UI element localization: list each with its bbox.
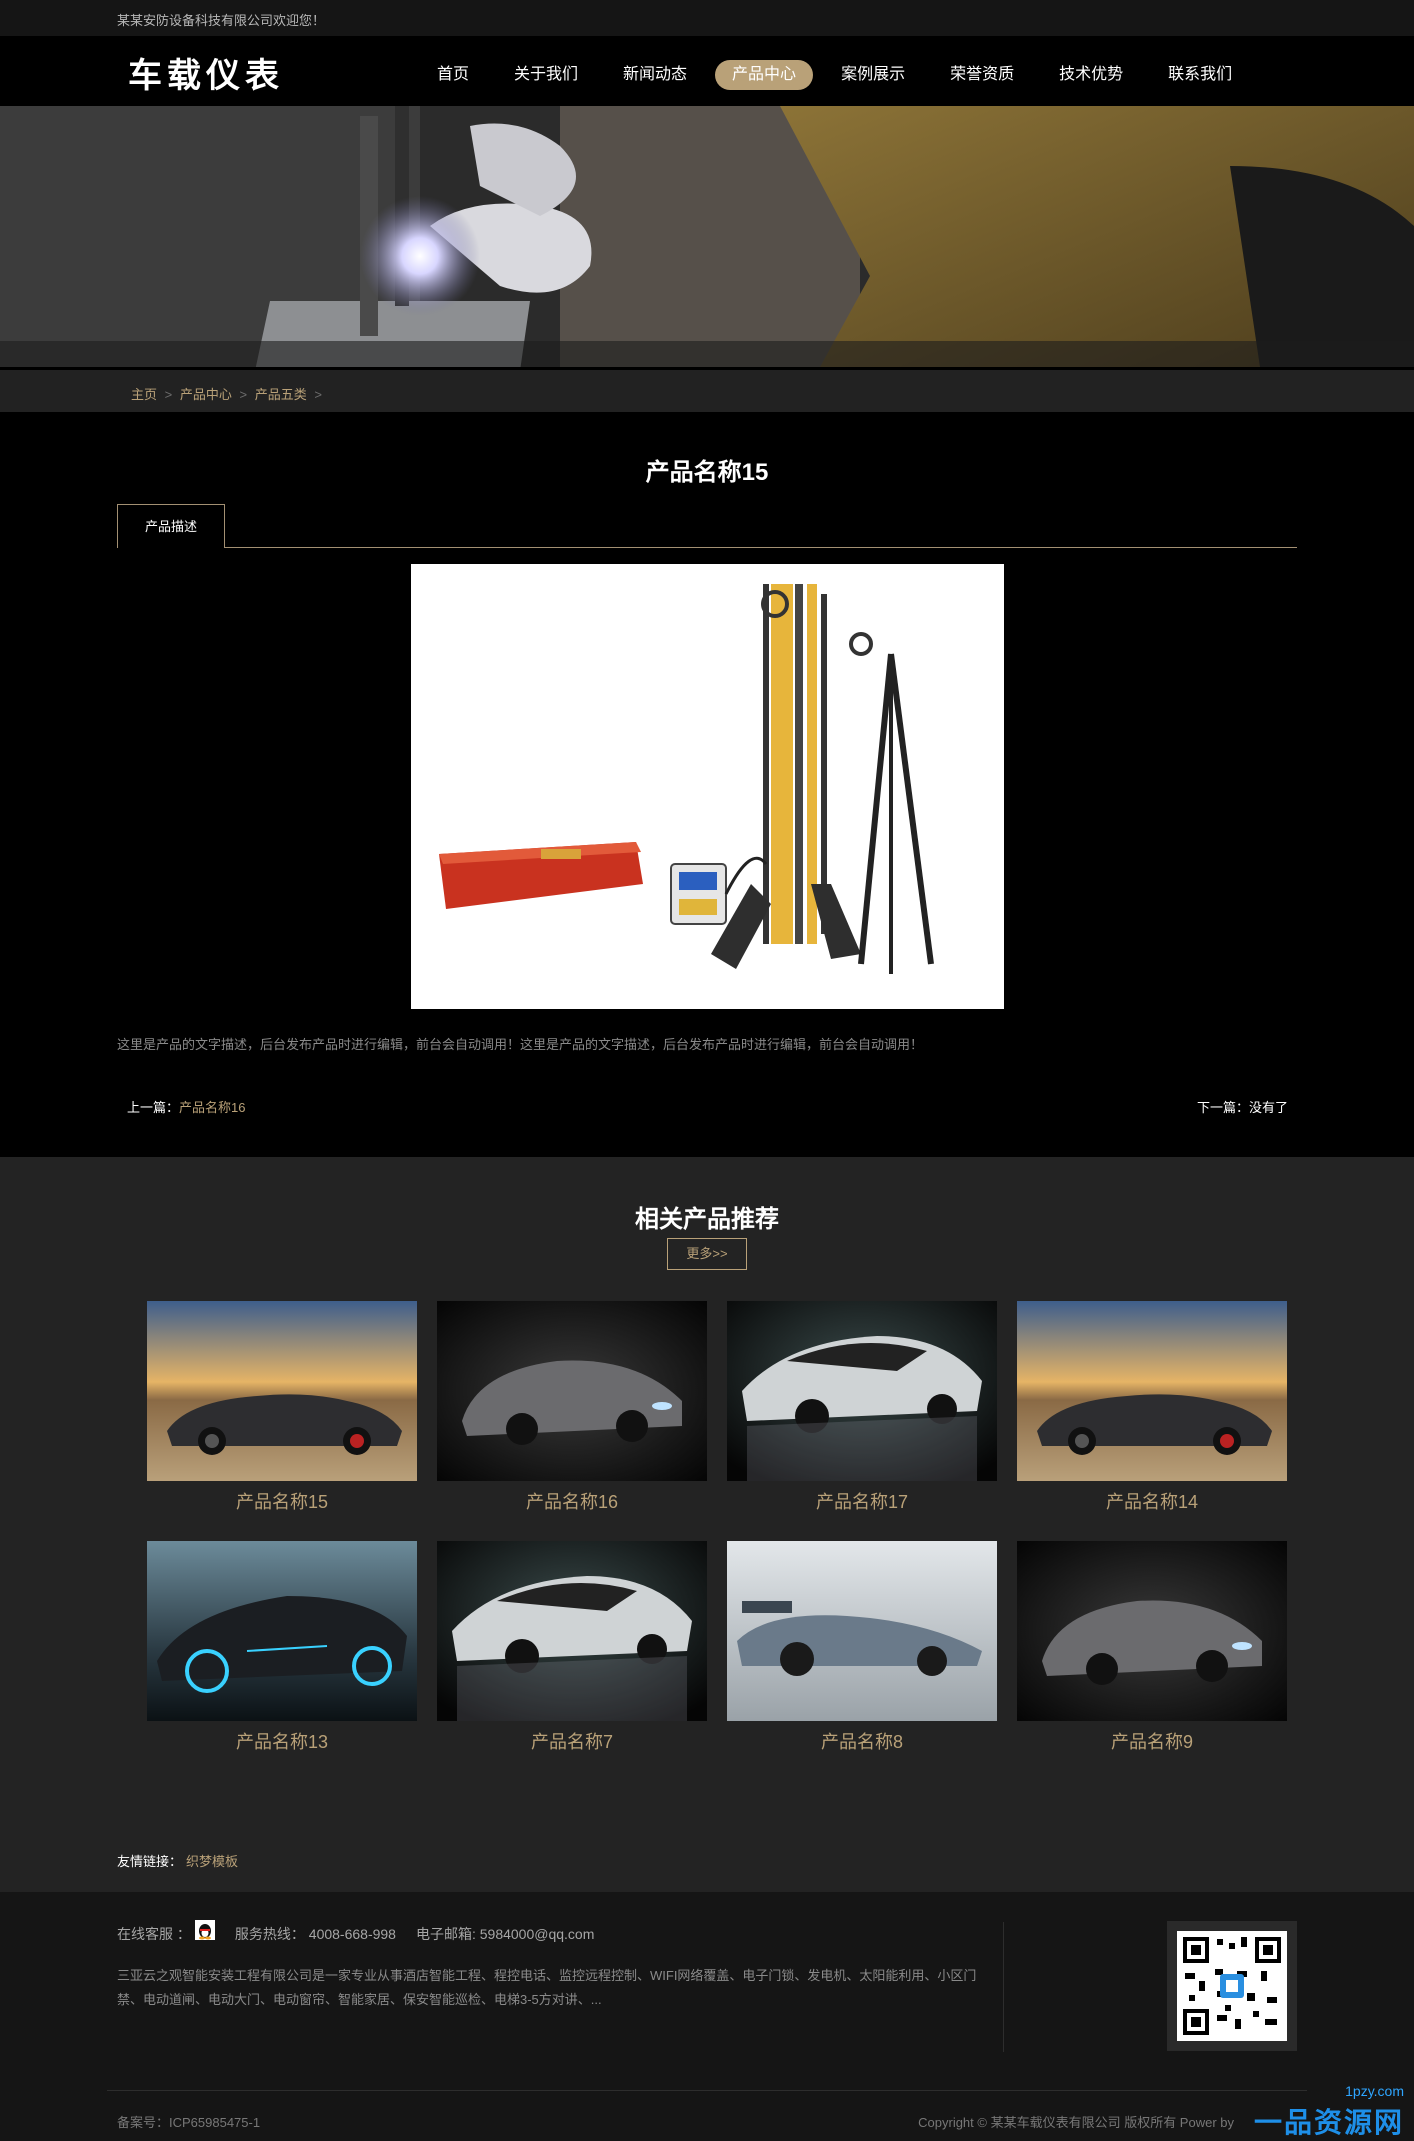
product-card[interactable]: 产品名称8 [727,1541,997,1761]
product-name[interactable]: 产品名称15 [147,1481,417,1521]
qr-code-box [1167,1921,1297,2051]
product-description: 这里是产品的文字描述，后台发布产品时进行编辑，前台会自动调用！这里是产品的文字描… [117,1037,924,1052]
friend-links-label: 友情链接： [117,1854,183,1869]
product-thumbnail[interactable] [1017,1301,1287,1481]
breadcrumb: 主页 > 产品中心 > 产品五类 > [131,384,326,403]
product-card[interactable]: 产品名称9 [1017,1541,1287,1761]
related-title: 相关产品推荐 [635,1206,779,1233]
breadcrumb-separator: > [164,387,173,402]
watermark-text: 一品资源网 [1253,2107,1404,2138]
product-thumbnail[interactable] [437,1541,707,1721]
nav-honors[interactable]: 荣誉资质 [933,60,1031,90]
friend-link[interactable]: 织梦模板 [186,1854,238,1869]
prev-product: 上一篇：产品名称16 [127,1097,245,1116]
copyright: Copyright © 某某车载仪表有限公司 版权所有 Power by [918,2115,1234,2130]
breadcrumb-separator: > [239,387,248,402]
product-name[interactable]: 产品名称14 [1017,1481,1287,1521]
product-name[interactable]: 产品名称13 [147,1721,417,1761]
breadcrumb-products[interactable]: 产品中心 [180,387,232,402]
tab-divider [117,547,1297,548]
main-nav: 首页 关于我们 新闻动态 产品中心 案例展示 荣誉资质 技术优势 联系我们 [420,60,1260,90]
next-label: 下一篇： [1196,1100,1249,1115]
product-title: 产品名称15 [645,459,769,486]
breadcrumb-category[interactable]: 产品五类 [255,387,307,402]
online-service-label: 在线客服 ： [117,1926,191,1942]
product-name[interactable]: 产品名称17 [727,1481,997,1521]
product-thumbnail[interactable] [147,1541,417,1721]
product-thumbnail[interactable] [147,1301,417,1481]
site-header: 车载仪表 首页 关于我们 新闻动态 产品中心 案例展示 荣誉资质 技术优势 联系… [0,36,1414,106]
nav-about[interactable]: 关于我们 [497,60,595,90]
email: 电子邮箱: 5984000@qq.com [415,1926,595,1942]
related-products-grid: 产品名称15 产品名称16 产品名称17 产品名称14 产品名称13 产品名称7… [147,1301,1287,1761]
footer-divider [1003,1922,1004,2052]
nav-news[interactable]: 新闻动态 [606,60,704,90]
product-name[interactable]: 产品名称9 [1017,1721,1287,1761]
hotline: 服务热线： 4008-668-998 [234,1926,396,1942]
watermark: 1pzy.com 一品资源网 [1200,2083,1414,2141]
product-card[interactable]: 产品名称15 [147,1301,417,1521]
tab-description[interactable]: 产品描述 [117,504,225,548]
hero-banner-image [0,106,1414,367]
nav-contact[interactable]: 联系我们 [1151,60,1249,90]
product-name[interactable]: 产品名称8 [727,1721,997,1761]
next-product-value: 没有了 [1248,1100,1288,1115]
product-card[interactable]: 产品名称17 [727,1301,997,1521]
top-bar: 某某安防设备科技有限公司欢迎您！ [0,0,1414,36]
product-detail-section: 产品名称15 产品描述 这里是产品的文字描述，后台发布产品时进行编辑，前台会自动… [0,412,1414,1157]
prev-label: 上一篇： [127,1100,180,1115]
nav-cases[interactable]: 案例展示 [824,60,922,90]
related-products-section: 相关产品推荐 更多>> 产品名称15 产品名称16 产品名称17 产品名称14 … [0,1157,1414,1892]
nav-home[interactable]: 首页 [420,60,486,90]
company-about: 三亚云之观智能安装工程有限公司是一家专业从事酒店智能工程、程控电话、监控远程控制… [117,1968,977,2007]
qq-penguin-icon[interactable] [194,1920,215,1940]
next-product: 下一篇：没有了 [1197,1097,1288,1116]
nav-technology[interactable]: 技术优势 [1042,60,1140,90]
product-card[interactable]: 产品名称16 [437,1301,707,1521]
product-thumbnail[interactable] [727,1541,997,1721]
icp-record: 备案号：ICP65985475-1 [117,2115,261,2130]
product-image [411,564,1004,1009]
breadcrumb-bar: 主页 > 产品中心 > 产品五类 > [0,370,1414,412]
product-thumbnail[interactable] [1017,1541,1287,1721]
nav-products[interactable]: 产品中心 [715,60,814,90]
watermark-url: 1pzy.com [1345,2083,1404,2099]
more-button[interactable]: 更多>> [667,1238,747,1270]
friend-links: 友情链接： 织梦模板 [117,1851,238,1870]
breadcrumb-separator: > [314,387,322,402]
product-card[interactable]: 产品名称14 [1017,1301,1287,1521]
welcome-text: 某某安防设备科技有限公司欢迎您！ [117,13,326,28]
product-thumbnail[interactable] [727,1301,997,1481]
site-logo[interactable]: 车载仪表 [128,48,284,97]
product-card[interactable]: 产品名称7 [437,1541,707,1761]
breadcrumb-home[interactable]: 主页 [131,387,157,402]
footer-contact-row: 在线客服 ： 服务热线： 4008-668-998 电子邮箱: 5984000@… [117,1920,614,1944]
product-thumbnail[interactable] [437,1301,707,1481]
product-name[interactable]: 产品名称16 [437,1481,707,1521]
product-name[interactable]: 产品名称7 [437,1721,707,1761]
prev-product-link[interactable]: 产品名称16 [179,1100,245,1115]
product-card[interactable]: 产品名称13 [147,1541,417,1761]
footer-bottom-divider [107,2090,1307,2091]
qr-code-icon [1177,1931,1287,2041]
